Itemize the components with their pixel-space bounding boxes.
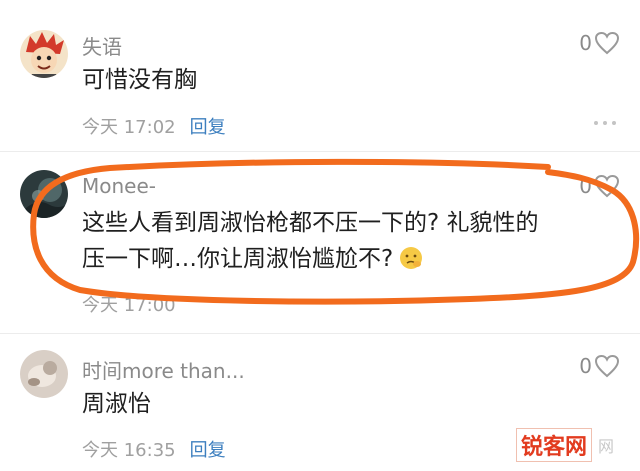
divider <box>0 151 640 152</box>
like-button[interactable]: 0 <box>579 31 620 55</box>
comment-list: 失语 可惜没有胸 今天 17:02 回复 0 Monee- 这些人看到周淑怡枪都不… <box>0 0 640 471</box>
worried-emoji-icon <box>399 245 423 281</box>
comment-meta: 今天 16:35 回复 <box>82 436 226 462</box>
watermark-sub: 网 <box>598 437 615 456</box>
comment-text: 周淑怡 <box>82 391 151 417</box>
like-count: 0 <box>579 174 592 198</box>
like-count: 0 <box>579 354 592 378</box>
like-count: 0 <box>579 31 592 55</box>
like-button[interactable]: 0 <box>579 174 620 198</box>
more-options-icon[interactable] <box>594 121 616 125</box>
watermark-logo: 锐客网 <box>516 428 593 462</box>
comment-text: 可惜没有胸 <box>82 67 197 93</box>
comment-meta: 今天 17:00 <box>82 291 176 317</box>
avatar[interactable] <box>20 350 68 398</box>
watermark: 锐客网 网 <box>516 428 614 462</box>
heart-icon <box>594 31 620 55</box>
avatar[interactable] <box>20 30 68 78</box>
reply-button[interactable]: 回复 <box>190 440 226 461</box>
comment-meta: 今天 17:02 回复 <box>82 113 226 139</box>
avatar[interactable] <box>20 170 68 218</box>
heart-icon <box>594 174 620 198</box>
timestamp: 今天 17:00 <box>82 295 176 316</box>
timestamp: 今天 16:35 <box>82 440 176 461</box>
divider <box>0 333 640 334</box>
comment-text: 这些人看到周淑怡枪都不压一下的? 礼貌性的 压一下啊…你让周淑怡尴尬不? <box>82 205 602 281</box>
username[interactable]: 时间more than... <box>82 355 245 384</box>
heart-icon <box>594 354 620 378</box>
reply-button[interactable]: 回复 <box>190 117 226 138</box>
timestamp: 今天 17:02 <box>82 117 176 138</box>
comment-text-line: 压一下啊…你让周淑怡尴尬不? <box>82 241 602 281</box>
username[interactable]: Monee- <box>82 174 156 198</box>
like-button[interactable]: 0 <box>579 354 620 378</box>
comment-text-line: 这些人看到周淑怡枪都不压一下的? 礼貌性的 <box>82 210 539 236</box>
username[interactable]: 失语 <box>82 31 122 60</box>
